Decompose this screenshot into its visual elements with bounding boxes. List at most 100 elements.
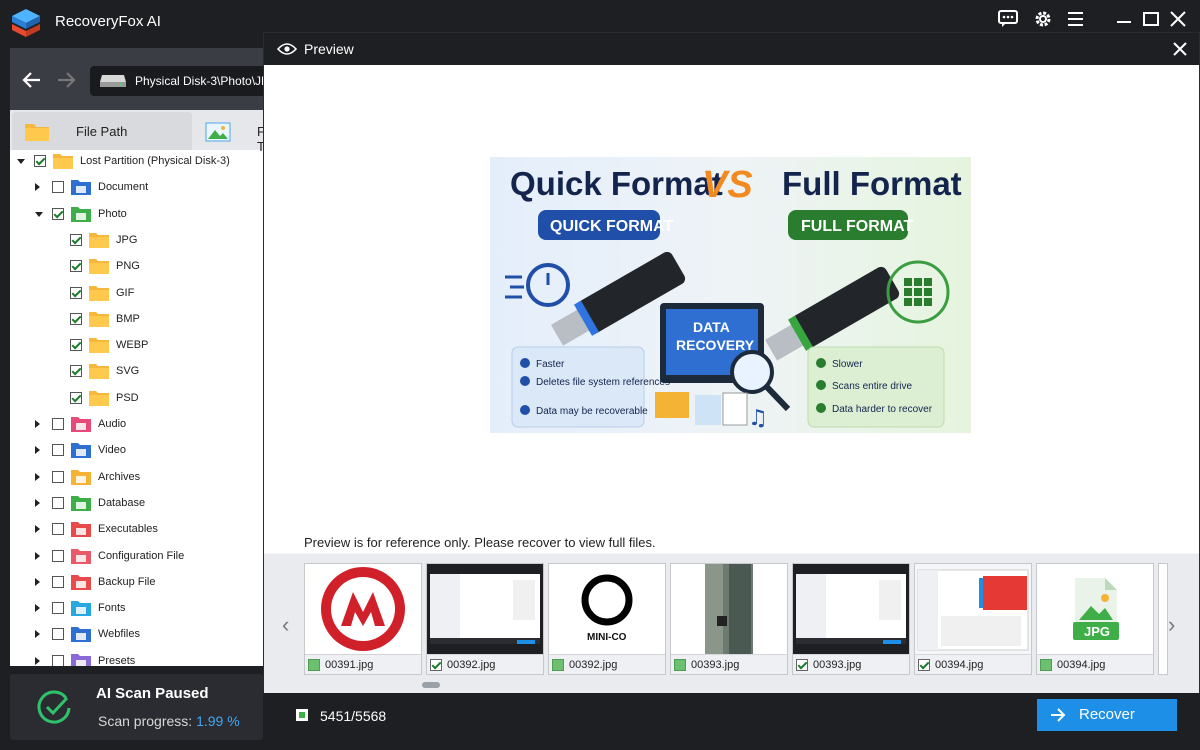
tree-item[interactable]: Video <box>10 439 263 463</box>
expand-arrow-icon[interactable] <box>35 446 40 455</box>
thumbnail-image[interactable]: JPG <box>1037 564 1153 654</box>
screenshot-thumbnail-icon <box>427 564 543 654</box>
expand-arrow-icon[interactable] <box>35 472 40 481</box>
tree-item-checkbox[interactable] <box>70 233 82 246</box>
tree-item-checkbox[interactable] <box>52 628 64 641</box>
tree-item-checkbox[interactable] <box>70 312 82 325</box>
gear-icon[interactable] <box>1033 10 1053 28</box>
thumbnail-image[interactable]: MINI-CO <box>549 564 665 654</box>
expand-arrow-icon[interactable] <box>35 630 40 639</box>
thumbnail-item[interactable]: 00391.jpg <box>304 563 422 675</box>
tree-item[interactable]: BMP <box>10 308 263 332</box>
presets-folder-icon <box>71 653 91 666</box>
tree-item[interactable]: Lost Partition (Physical Disk-3) <box>10 150 263 174</box>
thumbnail-checkbox[interactable] <box>1040 659 1052 671</box>
tree-item-checkbox[interactable] <box>52 654 64 666</box>
tree-item-checkbox[interactable] <box>52 602 64 615</box>
thumbnail-item[interactable]: JPG 00394.jpg <box>1036 563 1154 675</box>
photo-thumbnail-icon <box>671 564 787 654</box>
tree-item-checkbox[interactable] <box>52 181 64 194</box>
expand-arrow-icon[interactable] <box>35 577 40 586</box>
tree-item-checkbox[interactable] <box>52 418 64 430</box>
thumbnail-checkbox[interactable] <box>552 659 564 671</box>
tree-item-checkbox[interactable] <box>52 470 64 483</box>
thumbnail-checkbox[interactable] <box>430 659 442 671</box>
tree-item[interactable]: WEBP <box>10 334 263 358</box>
thumbnail-image[interactable] <box>793 564 909 654</box>
thumbnail-image[interactable] <box>671 564 787 654</box>
tree-item-checkbox[interactable] <box>52 207 64 220</box>
thumbnail-checkbox[interactable] <box>918 659 930 671</box>
thumbnail-image[interactable] <box>305 564 421 654</box>
collapse-arrow-icon[interactable] <box>17 159 25 164</box>
thumbnail-item[interactable]: 00394.jpg <box>914 563 1032 675</box>
tree-item-label: Webfiles <box>98 628 140 641</box>
thumbnail-checkbox[interactable] <box>796 659 808 671</box>
tree-item-label: BMP <box>116 312 140 325</box>
expand-arrow-icon[interactable] <box>35 656 40 665</box>
tree-item-checkbox[interactable] <box>52 549 64 562</box>
tree-item[interactable]: Document <box>10 176 263 200</box>
thumbnail-filename: 00393.jpg <box>691 659 740 671</box>
thumbnail-item[interactable]: MINI-CO 00392.jpg <box>548 563 666 675</box>
thumbnail-image[interactable] <box>915 564 1031 654</box>
expand-arrow-icon[interactable] <box>35 525 40 534</box>
tab-file-type[interactable]: File Type <box>193 112 263 154</box>
thumbnail-item[interactable]: 00393.jpg <box>670 563 788 675</box>
tree-item[interactable]: Archives <box>10 466 263 490</box>
expand-arrow-icon[interactable] <box>35 604 40 613</box>
tree-item-checkbox[interactable] <box>70 365 82 378</box>
folder-icon <box>89 232 109 248</box>
tree-item[interactable]: Executables <box>10 518 263 542</box>
tree-item-checkbox[interactable] <box>70 260 82 273</box>
tree-item[interactable]: Database <box>10 492 263 516</box>
recover-button[interactable]: Recover <box>1037 699 1177 731</box>
tree-item-checkbox[interactable] <box>70 286 82 299</box>
tree-item[interactable]: Audio <box>10 413 263 437</box>
thumbnail-prev-arrow-icon[interactable]: ‹ <box>282 612 289 638</box>
preview-close-icon[interactable] <box>1172 41 1188 57</box>
tree-item[interactable]: GIF <box>10 282 263 306</box>
close-icon[interactable] <box>1168 10 1188 28</box>
tree-item[interactable]: Fonts <box>10 597 263 621</box>
tree-item[interactable]: SVG <box>10 360 263 384</box>
tree-item-checkbox[interactable] <box>52 496 64 509</box>
expand-arrow-icon[interactable] <box>35 420 40 428</box>
tree-item-checkbox[interactable] <box>52 575 64 588</box>
tree-item[interactable]: Configuration File <box>10 545 263 569</box>
select-all-checkbox[interactable] <box>296 709 308 721</box>
tree-item[interactable]: PNG <box>10 255 263 279</box>
thumbnail-checkbox[interactable] <box>308 659 320 671</box>
forward-arrow-icon[interactable] <box>54 68 78 92</box>
tree-item-checkbox[interactable] <box>70 391 82 404</box>
tree-item[interactable]: JPG <box>10 229 263 253</box>
thumbnail-checkbox[interactable] <box>674 659 686 671</box>
collapse-arrow-icon[interactable] <box>35 211 43 217</box>
tree-item[interactable]: PSD <box>10 387 263 411</box>
thumbnail-image[interactable] <box>427 564 543 654</box>
thumbnail-item[interactable]: 00392.jpg <box>426 563 544 675</box>
tab-file-path[interactable]: File Path <box>12 112 192 150</box>
expand-arrow-icon[interactable] <box>35 551 40 560</box>
tree-item[interactable]: Photo <box>10 203 263 227</box>
maximize-icon[interactable] <box>1141 10 1161 28</box>
thumbnail-scrollbar[interactable] <box>422 682 440 688</box>
tree-item-checkbox[interactable] <box>34 155 46 167</box>
thumbnail-next-arrow-icon[interactable]: › <box>1168 612 1175 638</box>
tree-item-checkbox[interactable] <box>52 523 64 536</box>
preview-dialog: Preview Quick Format VS Full Format QUIC… <box>263 32 1200 694</box>
tree-item-checkbox[interactable] <box>52 444 64 457</box>
tree-item[interactable]: Backup File <box>10 571 263 595</box>
expand-arrow-icon[interactable] <box>35 183 40 192</box>
tree-item-checkbox[interactable] <box>70 339 82 352</box>
back-arrow-icon[interactable] <box>20 68 44 92</box>
thumbnail-item-partial[interactable] <box>1158 563 1168 675</box>
tree-item[interactable]: Presets <box>10 650 263 666</box>
thumbnail-item[interactable]: 00393.jpg <box>792 563 910 675</box>
feedback-icon[interactable] <box>998 10 1018 28</box>
path-bar[interactable]: Physical Disk-3\Photo\JPG <box>90 66 263 96</box>
expand-arrow-icon[interactable] <box>35 498 40 507</box>
minimize-icon[interactable] <box>1114 10 1134 28</box>
tree-item[interactable]: Webfiles <box>10 623 263 647</box>
menu-icon[interactable] <box>1066 10 1086 28</box>
